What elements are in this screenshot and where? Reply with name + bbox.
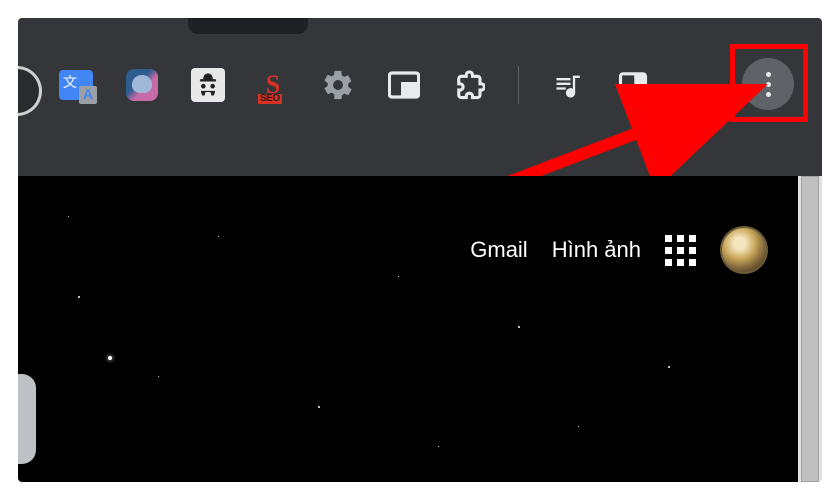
media-control-icon[interactable]	[549, 67, 585, 103]
google-apps-icon[interactable]	[665, 235, 696, 266]
google-nav-links: Gmail Hình ảnh	[470, 226, 768, 274]
extension-row: S SEO	[58, 66, 651, 104]
scrollbar-thumb[interactable]	[801, 176, 819, 482]
toolbar-divider	[518, 66, 519, 104]
sidebar-peek[interactable]	[18, 374, 36, 464]
google-account-avatar[interactable]	[720, 226, 768, 274]
chrome-more-menu-button[interactable]	[742, 58, 794, 110]
page-content: Gmail Hình ảnh	[18, 176, 822, 482]
picture-in-picture-extension-icon[interactable]	[386, 67, 422, 103]
gmail-link[interactable]: Gmail	[470, 237, 527, 263]
anonymous-extension-icon[interactable]	[190, 67, 226, 103]
settings-gear-extension-icon[interactable]	[320, 67, 356, 103]
active-tab-bottom	[188, 18, 308, 34]
images-link[interactable]: Hình ảnh	[552, 237, 641, 263]
extensions-puzzle-icon[interactable]	[452, 67, 488, 103]
google-translate-extension-icon[interactable]	[58, 67, 94, 103]
vertical-scrollbar[interactable]	[798, 176, 822, 482]
more-vertical-icon	[766, 72, 771, 77]
chrome-toolbar: S SEO	[18, 18, 822, 176]
side-panel-icon[interactable]	[615, 67, 651, 103]
seo-sub-label: SEO	[258, 94, 282, 104]
seoquake-extension-icon[interactable]: S SEO	[256, 70, 290, 100]
evernote-extension-icon[interactable]	[124, 67, 160, 103]
screenshot-frame: S SEO	[18, 18, 822, 482]
google-homepage: Gmail Hình ảnh	[18, 176, 798, 482]
profile-ring-partial[interactable]	[18, 66, 42, 116]
